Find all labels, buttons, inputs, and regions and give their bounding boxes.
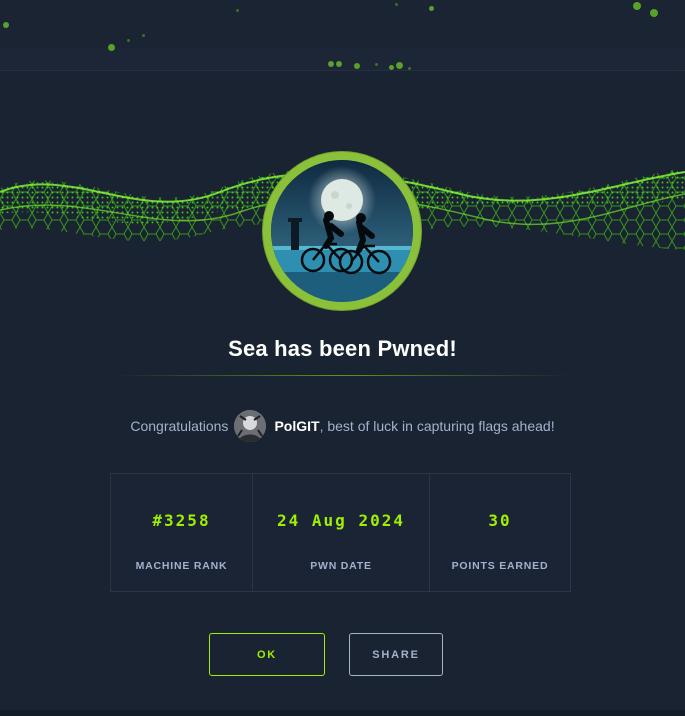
confetti-dot xyxy=(328,61,334,67)
username-link[interactable]: PolGIT xyxy=(274,418,319,434)
confetti-dot xyxy=(408,67,411,70)
confetti-dot xyxy=(108,44,115,51)
pwn-date-label: PWN DATE xyxy=(310,560,372,572)
machine-avatar xyxy=(263,152,421,310)
confetti-dot xyxy=(650,9,658,17)
confetti-dot xyxy=(127,39,130,42)
ok-button[interactable]: OK xyxy=(209,633,325,676)
machine-rank-label: MACHINE RANK xyxy=(135,560,228,572)
cyclists-under-moon-icon xyxy=(271,160,413,302)
stat-pwn-date: 24 Aug 2024 PWN DATE xyxy=(252,474,429,591)
page-title: Sea has been Pwned! xyxy=(228,336,457,361)
confetti-dot xyxy=(396,62,403,69)
confetti-dot xyxy=(375,63,378,66)
confetti-dot xyxy=(354,63,360,69)
confetti-dot xyxy=(389,65,394,70)
congrats-message: Congratulations PolGIT , best of luck in… xyxy=(0,410,685,442)
points-earned-label: POINTS EARNED xyxy=(451,560,549,572)
confetti-dot xyxy=(633,2,641,10)
confetti-dot xyxy=(336,61,342,67)
confetti-dot xyxy=(236,9,239,12)
congrats-suffix: , best of luck in capturing flags ahead! xyxy=(319,418,555,434)
machine-rank-value: #3258 xyxy=(152,511,211,530)
confetti-dot xyxy=(3,22,9,28)
confetti-dot xyxy=(142,34,145,37)
points-earned-value: 30 xyxy=(488,511,512,530)
bottom-bar xyxy=(0,710,685,716)
sub-bar xyxy=(0,48,685,71)
pwn-date-value: 24 Aug 2024 xyxy=(277,511,405,530)
confetti-dot xyxy=(395,3,398,6)
title-divider xyxy=(115,375,570,376)
stat-machine-rank: #3258 MACHINE RANK xyxy=(111,474,252,591)
share-button[interactable]: SHARE xyxy=(349,633,443,676)
pwn-stats: #3258 MACHINE RANK 24 Aug 2024 PWN DATE … xyxy=(110,473,571,592)
top-bar xyxy=(0,0,685,49)
confetti-dot xyxy=(429,6,434,11)
congrats-prefix: Congratulations xyxy=(130,418,229,434)
stat-points-earned: 30 POINTS EARNED xyxy=(429,474,570,591)
user-avatar-icon[interactable] xyxy=(234,410,267,442)
